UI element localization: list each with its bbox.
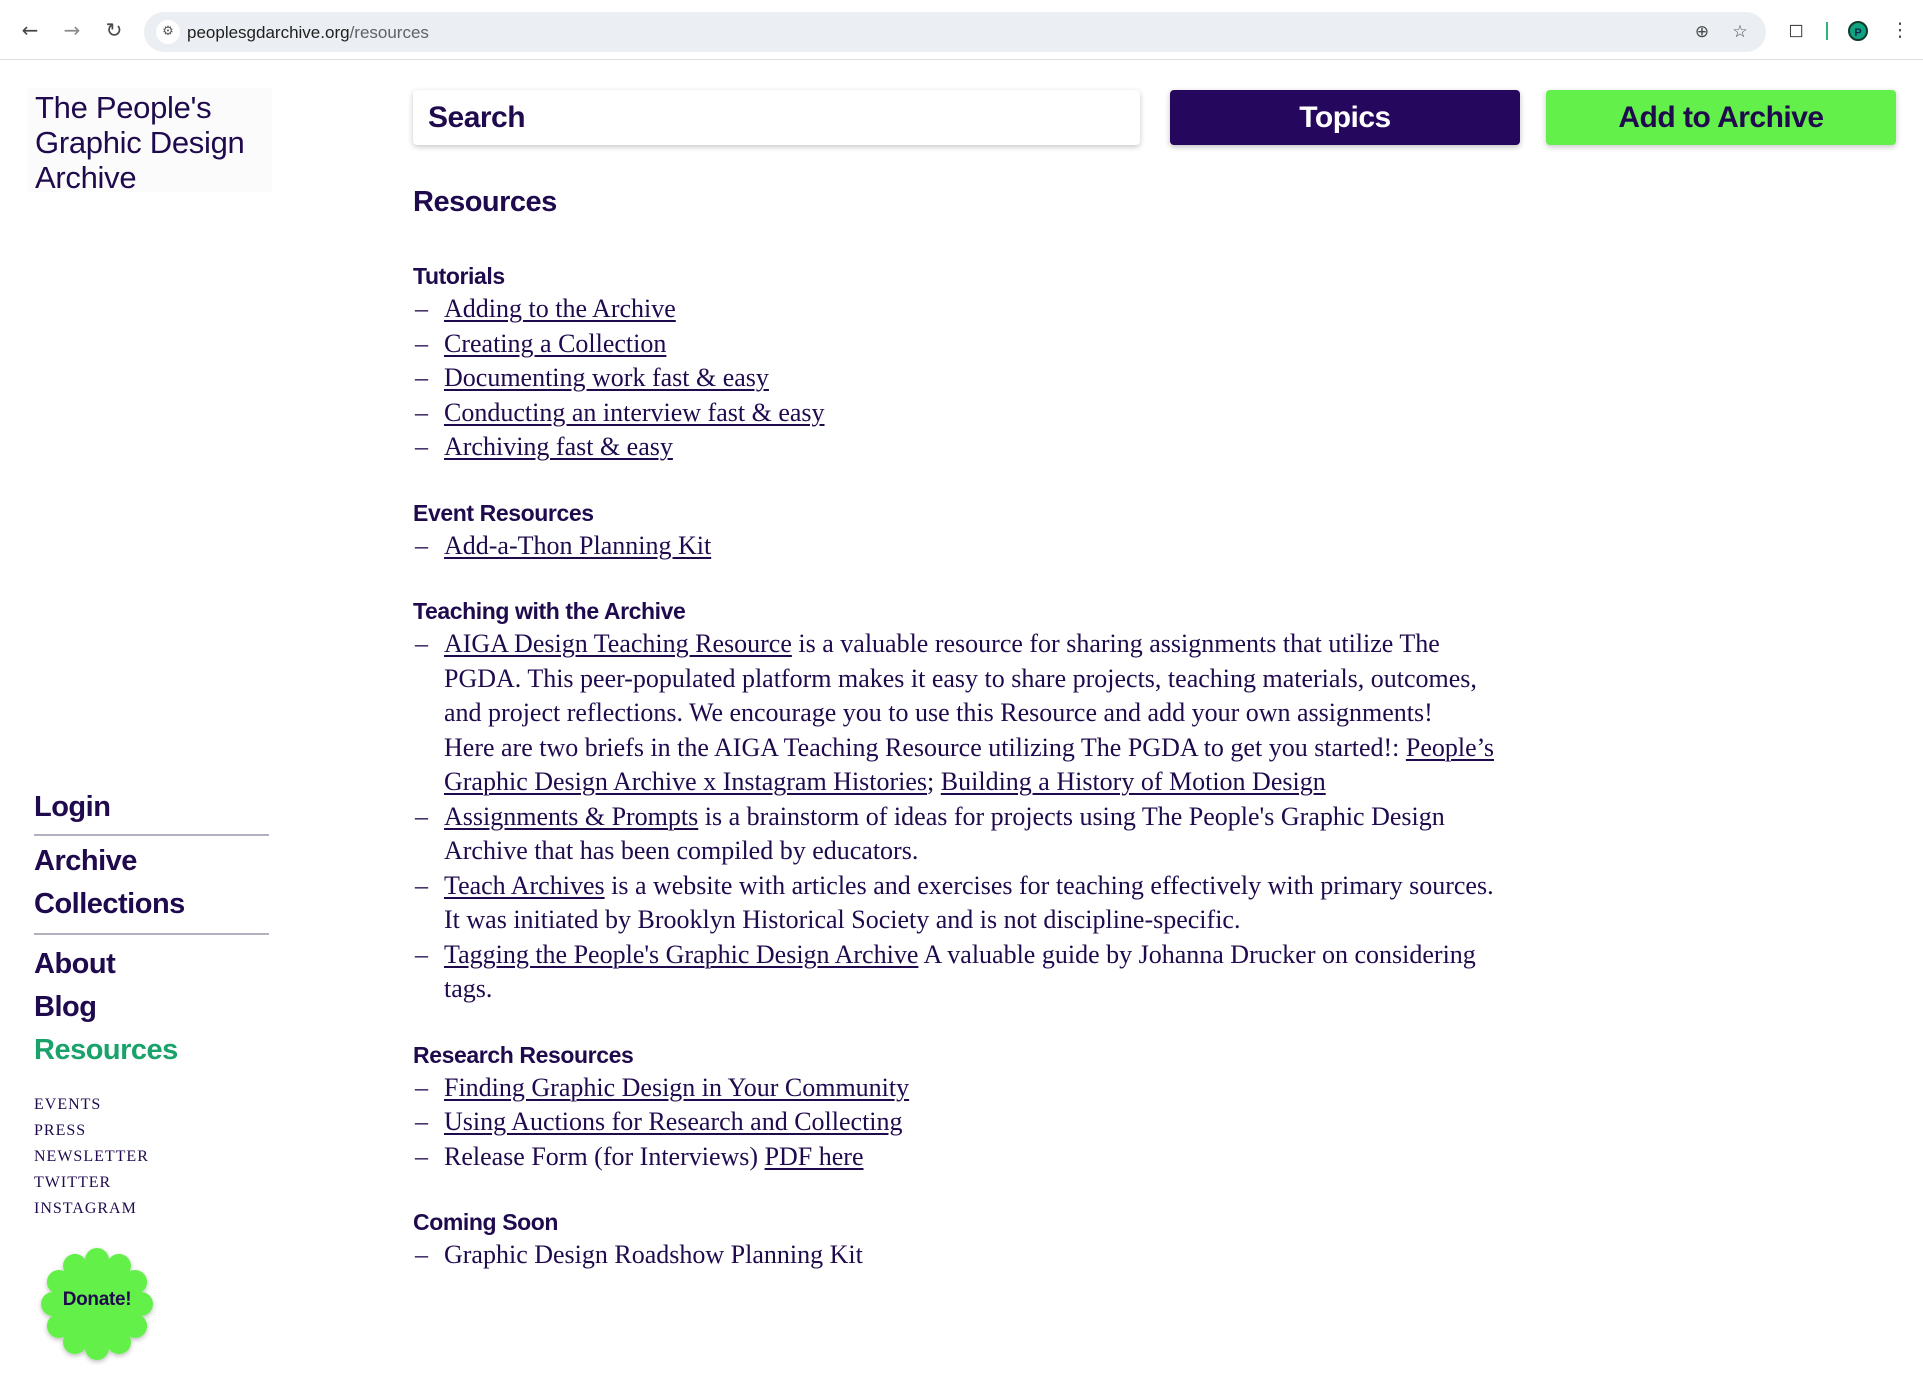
address-bar[interactable]: ⚙ peoplesgdarchive.org/resources ⊕ ☆ bbox=[144, 12, 1766, 52]
brief-separator: ; bbox=[927, 767, 941, 796]
browser-menu-icon[interactable]: ⋮ bbox=[1888, 18, 1912, 42]
topics-button[interactable]: Topics bbox=[1170, 90, 1520, 145]
browser-toolbar: ← → ↻ ⚙ peoplesgdarchive.org/resources ⊕… bbox=[0, 0, 1923, 60]
logo-line-3: Archive bbox=[35, 160, 137, 195]
coming-soon-list: Graphic Design Roadshow Planning Kit bbox=[413, 1238, 1503, 1273]
site-logo[interactable]: The People's Graphic Design Archive bbox=[27, 88, 272, 195]
zoom-icon[interactable]: ⊕ bbox=[1690, 20, 1714, 44]
nav-info-group: About Blog Resources bbox=[34, 943, 269, 1072]
list-item: Add-a-Thon Planning Kit bbox=[413, 529, 1503, 564]
list-item: Assignments & Prompts is a brainstorm of… bbox=[413, 800, 1503, 869]
section-title-tutorials: Tutorials bbox=[413, 263, 505, 289]
list-item: Creating a Collection bbox=[413, 327, 1503, 362]
add-to-archive-button[interactable]: Add to Archive bbox=[1546, 90, 1896, 145]
link-creating-collection[interactable]: Creating a Collection bbox=[444, 329, 666, 358]
section-title-research: Research Resources bbox=[413, 1041, 634, 1068]
url-text[interactable]: peoplesgdarchive.org/resources bbox=[187, 23, 429, 43]
event-resources-list: Add-a-Thon Planning Kit bbox=[413, 529, 1503, 564]
link-newsletter[interactable]: NEWSLETTER bbox=[34, 1144, 149, 1170]
search-input[interactable]: Search bbox=[413, 90, 1140, 145]
link-conducting-interview[interactable]: Conducting an interview fast & easy bbox=[444, 398, 825, 427]
link-documenting-work[interactable]: Documenting work fast & easy bbox=[444, 363, 769, 392]
url-host: peoplesgdarchive.org bbox=[187, 23, 350, 42]
section-title-events: Event Resources bbox=[413, 499, 594, 526]
link-assignments-prompts[interactable]: Assignments & Prompts bbox=[444, 802, 698, 831]
release-form-label: Release Form (for Interviews) bbox=[444, 1141, 765, 1171]
list-item: Teach Archives is a website with article… bbox=[413, 869, 1503, 938]
section-title-teaching: Teaching with the Archive bbox=[413, 598, 686, 624]
briefs-intro: Here are two briefs in the AIGA Teaching… bbox=[444, 732, 1406, 762]
link-add-a-thon-kit[interactable]: Add-a-Thon Planning Kit bbox=[444, 531, 711, 560]
list-item: Archiving fast & easy bbox=[413, 430, 1503, 465]
link-events[interactable]: EVENTS bbox=[34, 1092, 149, 1118]
link-aiga-teaching-resource[interactable]: AIGA Design Teaching Resource bbox=[444, 629, 792, 658]
page-title: Resources bbox=[413, 186, 557, 218]
list-item: Conducting an interview fast & easy bbox=[413, 396, 1503, 431]
nav-about[interactable]: About bbox=[34, 943, 269, 986]
section-title-coming-soon: Coming Soon bbox=[413, 1209, 559, 1235]
logo-line-1: The People's bbox=[35, 90, 212, 125]
link-twitter[interactable]: TWITTER bbox=[34, 1170, 149, 1196]
nav-divider-1 bbox=[34, 834, 269, 836]
forward-arrow-icon[interactable]: → bbox=[60, 18, 84, 42]
link-using-auctions[interactable]: Using Auctions for Research and Collecti… bbox=[444, 1107, 903, 1136]
link-finding-graphic-design[interactable]: Finding Graphic Design in Your Community bbox=[444, 1073, 909, 1102]
link-adding-to-archive[interactable]: Adding to the Archive bbox=[444, 294, 676, 323]
list-item: Finding Graphic Design in Your Community bbox=[413, 1071, 1503, 1106]
link-release-form-pdf[interactable]: PDF here bbox=[765, 1142, 864, 1171]
list-item: Release Form (for Interviews) PDF here bbox=[413, 1140, 1503, 1175]
donate-button[interactable]: Donate! bbox=[36, 1243, 158, 1365]
roadshow-kit-label: Graphic Design Roadshow Planning Kit bbox=[444, 1240, 863, 1269]
url-path: /resources bbox=[349, 23, 429, 42]
tutorials-list: Adding to the Archive Creating a Collect… bbox=[413, 292, 1503, 465]
research-list: Finding Graphic Design in Your Community… bbox=[413, 1071, 1503, 1175]
link-tagging-guide[interactable]: Tagging the People's Graphic Design Arch… bbox=[444, 940, 918, 969]
teaching-list: AIGA Design Teaching Resource is a valua… bbox=[413, 627, 1503, 1007]
site-settings-icon[interactable]: ⚙ bbox=[156, 20, 180, 44]
nav-archive-group: Archive Collections bbox=[34, 840, 269, 926]
resources-content: Resources Tutorials Adding to the Archiv… bbox=[413, 184, 1503, 1305]
donate-label: Donate! bbox=[62, 1289, 132, 1310]
nav-archive[interactable]: Archive bbox=[34, 840, 269, 883]
reload-icon[interactable]: ↻ bbox=[102, 18, 126, 42]
list-item: Using Auctions for Research and Collecti… bbox=[413, 1105, 1503, 1140]
list-item: Documenting work fast & easy bbox=[413, 361, 1503, 396]
nav-resources[interactable]: Resources bbox=[34, 1029, 269, 1072]
logo-line-2: Graphic Design bbox=[35, 125, 245, 160]
list-item: Graphic Design Roadshow Planning Kit bbox=[413, 1238, 1503, 1273]
link-instagram[interactable]: INSTAGRAM bbox=[34, 1196, 149, 1222]
profile-avatar[interactable]: P bbox=[1848, 21, 1868, 41]
nav-blog[interactable]: Blog bbox=[34, 986, 269, 1029]
link-archiving-fast[interactable]: Archiving fast & easy bbox=[444, 432, 673, 461]
list-item: AIGA Design Teaching Resource is a valua… bbox=[413, 627, 1503, 800]
extensions-puzzle-icon[interactable]: ◻ bbox=[1784, 18, 1808, 42]
link-motion-design-brief[interactable]: Building a History of Motion Design bbox=[941, 767, 1326, 796]
nav-login[interactable]: Login bbox=[34, 786, 269, 828]
nav-login-group: Login bbox=[34, 786, 269, 828]
list-item: Tagging the People's Graphic Design Arch… bbox=[413, 938, 1503, 1007]
bookmark-star-icon[interactable]: ☆ bbox=[1728, 20, 1752, 44]
link-teach-archives[interactable]: Teach Archives bbox=[444, 871, 605, 900]
nav-divider-2 bbox=[34, 933, 269, 935]
list-item: Adding to the Archive bbox=[413, 292, 1503, 327]
secondary-links: EVENTS PRESS NEWSLETTER TWITTER INSTAGRA… bbox=[34, 1092, 149, 1222]
toolbar-separator bbox=[1826, 22, 1828, 40]
back-arrow-icon[interactable]: ← bbox=[18, 18, 42, 42]
nav-collections[interactable]: Collections bbox=[34, 883, 269, 926]
link-press[interactable]: PRESS bbox=[34, 1118, 149, 1144]
